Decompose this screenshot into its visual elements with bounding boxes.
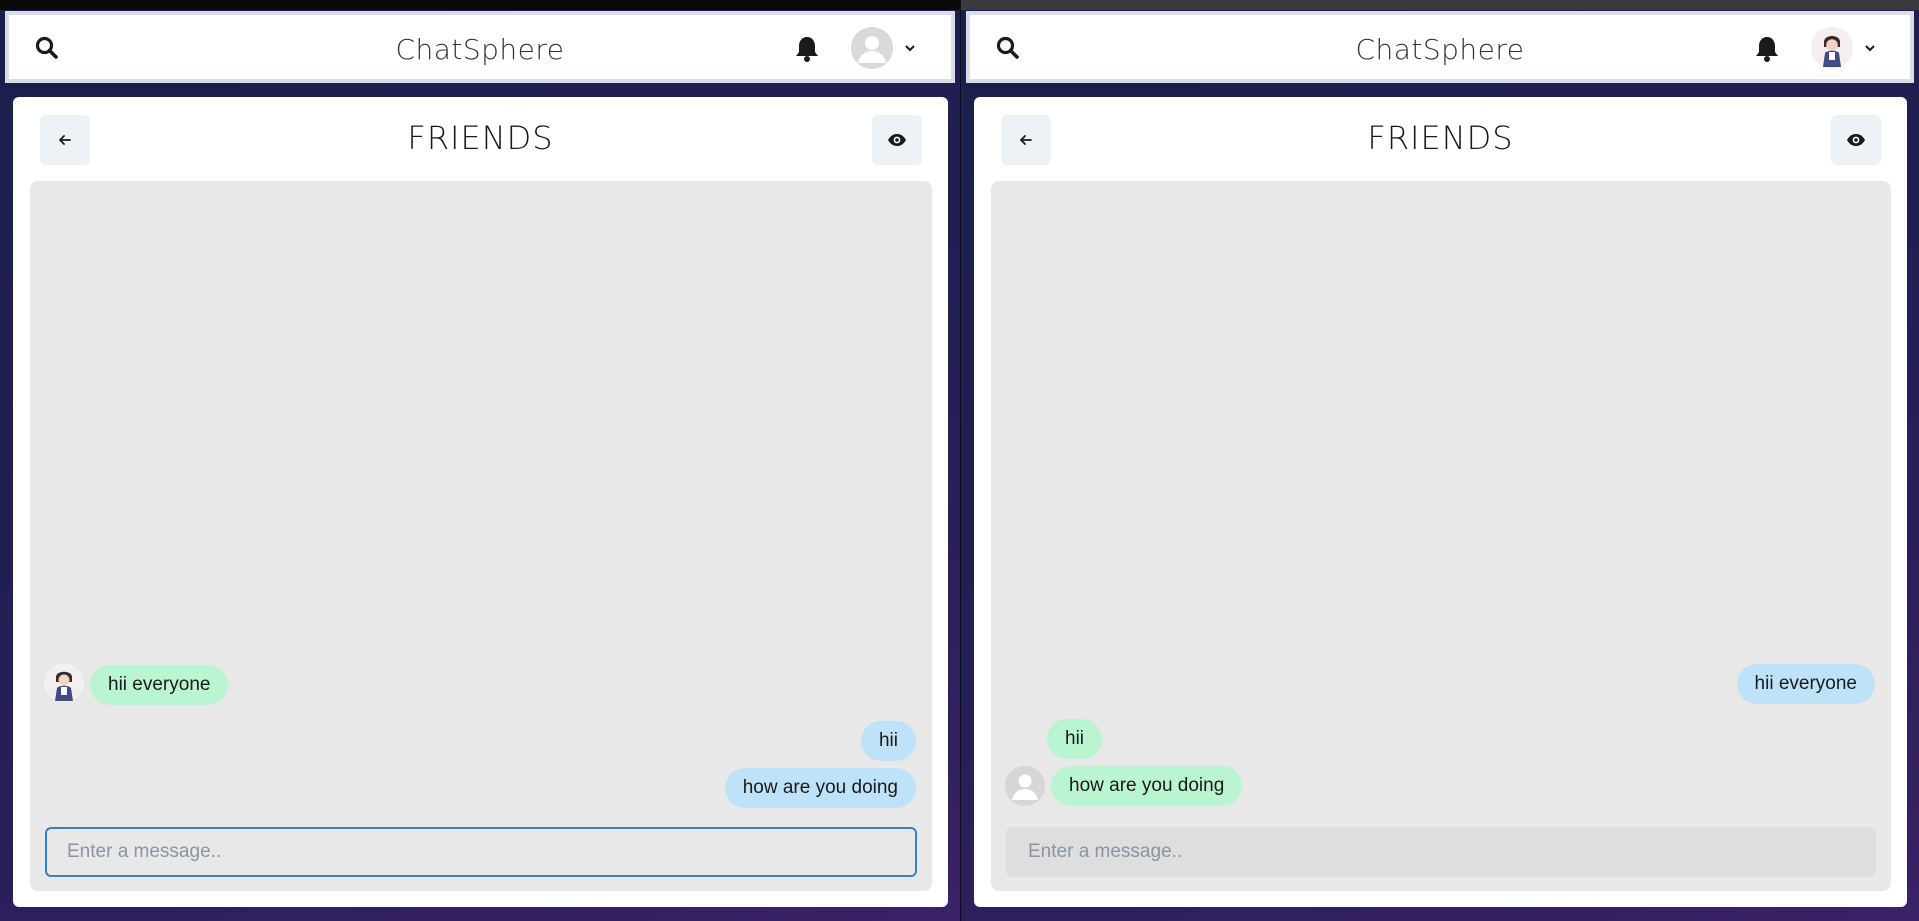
- window-top-bar: [0, 0, 960, 10]
- left-browser-window: ChatSphere FRIENDS hii everyone hii how …: [0, 0, 960, 921]
- search-icon[interactable]: [34, 35, 60, 61]
- message-bubble: hii everyone: [90, 665, 229, 705]
- navbar: ChatSphere: [966, 11, 1914, 83]
- default-avatar-icon[interactable]: [1005, 766, 1045, 806]
- view-profile-button[interactable]: [1831, 115, 1881, 165]
- user-avatar-icon: [1811, 27, 1853, 69]
- view-profile-button[interactable]: [872, 115, 922, 165]
- chevron-down-icon: [903, 41, 917, 55]
- profile-menu-button[interactable]: [851, 27, 925, 71]
- message-bubble: hii: [1047, 719, 1103, 759]
- chat-title: FRIENDS: [1367, 119, 1514, 157]
- bell-icon[interactable]: [1754, 35, 1780, 63]
- default-avatar-icon: [851, 27, 893, 69]
- messages-area[interactable]: hii everyone hii how are you doing: [991, 181, 1891, 891]
- messages-area[interactable]: hii everyone hii how are you doing: [30, 181, 932, 891]
- chat-card: FRIENDS hii everyone hii how are you doi…: [974, 97, 1907, 907]
- search-icon[interactable]: [995, 35, 1021, 61]
- profile-menu-button[interactable]: [1811, 27, 1885, 71]
- chat-card: FRIENDS hii everyone hii how are you doi…: [13, 97, 948, 907]
- eye-icon: [1847, 134, 1865, 146]
- message-bubble: how are you doing: [1051, 766, 1243, 806]
- chevron-down-icon: [1863, 41, 1877, 55]
- message-input[interactable]: [45, 827, 917, 877]
- message-bubble: hii everyone: [1736, 664, 1875, 704]
- sender-avatar[interactable]: [44, 663, 84, 703]
- eye-icon: [888, 134, 906, 146]
- message-bubble: how are you doing: [724, 768, 916, 808]
- chat-title: FRIENDS: [407, 119, 554, 157]
- bell-icon[interactable]: [794, 35, 820, 63]
- message-input[interactable]: [1006, 827, 1876, 877]
- message-bubble: hii: [860, 721, 916, 761]
- window-top-bar: [961, 0, 1919, 10]
- right-browser-window: ChatSphere FRIENDS hii everyone hii how …: [961, 0, 1919, 921]
- navbar: ChatSphere: [5, 11, 955, 83]
